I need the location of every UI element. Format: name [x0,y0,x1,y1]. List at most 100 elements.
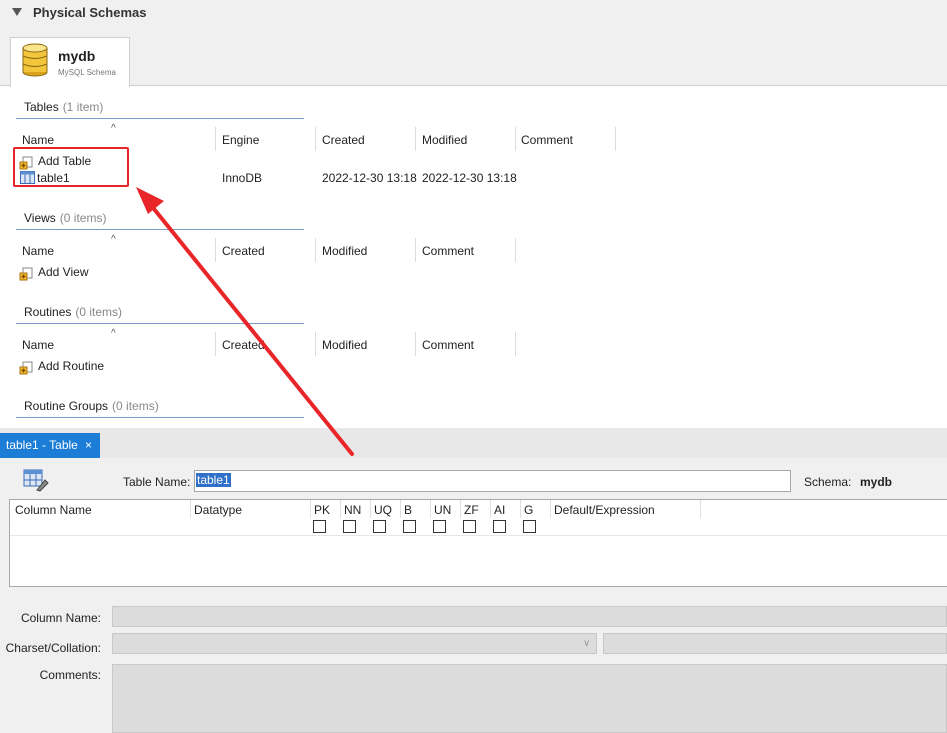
column-divider[interactable] [190,500,191,518]
column-divider[interactable] [615,127,616,151]
tables-col-modified[interactable]: Modified [422,133,467,147]
tables-col-name[interactable]: Name [22,133,54,147]
column-divider[interactable] [515,332,516,356]
column-divider[interactable] [415,332,416,356]
database-icon [22,43,48,77]
schema-name: mydb [58,48,96,64]
grid-col-uq[interactable]: UQ [374,503,392,517]
add-view-link[interactable]: Add View [38,265,88,279]
column-divider[interactable] [460,500,461,518]
columns-grid[interactable]: Column Name Datatype PK NN UQ B UN ZF AI… [9,499,947,587]
chevron-down-icon: ∨ [583,638,591,649]
tab-table1-table[interactable]: table1 - Table × [0,433,100,458]
collation-select[interactable] [603,633,947,654]
schema-tab-mydb[interactable]: mydb MySQL Schema [10,37,130,87]
pk-checkbox[interactable] [313,520,326,533]
column-divider[interactable] [550,500,551,518]
routines-col-created[interactable]: Created [222,338,265,352]
zf-checkbox[interactable] [463,520,476,533]
highlight-annotation-box [13,147,129,187]
grid-col-nn[interactable]: NN [344,503,361,517]
table-row-engine: InnoDB [222,171,263,185]
table-row-created: 2022-12-30 13:18 [322,171,417,185]
views-col-modified[interactable]: Modified [322,244,367,258]
document-tabbar: table1 - Table × [0,428,947,458]
views-col-created[interactable]: Created [222,244,265,258]
table-name-label: Table Name: [123,475,191,489]
routine-groups-section-rule [16,417,304,418]
sort-ascending-icon[interactable]: ^ [111,234,116,245]
tables-col-comment[interactable]: Comment [521,133,573,147]
column-divider[interactable] [400,500,401,518]
column-divider[interactable] [215,127,216,151]
close-icon[interactable]: × [85,438,92,452]
routine-groups-title-text: Routine Groups [24,399,109,413]
column-divider[interactable] [415,127,416,151]
ai-checkbox[interactable] [493,520,506,533]
add-view-icon [19,267,33,281]
routines-section-title: Routines (0 items) [24,305,122,319]
tables-section-rule [16,118,304,119]
table-row-modified: 2022-12-30 13:18 [422,171,517,185]
column-divider[interactable] [315,238,316,262]
grid-col-column-name[interactable]: Column Name [15,503,92,517]
column-divider[interactable] [315,332,316,356]
table-name-value: table1 [196,473,231,487]
add-routine-link[interactable]: Add Routine [38,359,104,373]
collapse-triangle-icon[interactable] [12,8,22,16]
b-checkbox[interactable] [403,520,416,533]
nn-checkbox[interactable] [343,520,356,533]
sort-ascending-icon[interactable]: ^ [111,328,116,339]
grid-col-pk[interactable]: PK [314,503,330,517]
tables-col-engine[interactable]: Engine [222,133,259,147]
views-col-name[interactable]: Name [22,244,54,258]
routine-groups-count: (0 items) [112,399,159,413]
physical-schemas-header[interactable]: Physical Schemas [0,0,947,27]
column-divider[interactable] [215,238,216,262]
grid-col-ai[interactable]: AI [494,503,505,517]
column-name-field[interactable] [112,606,947,627]
routines-col-comment[interactable]: Comment [422,338,474,352]
column-divider[interactable] [215,332,216,356]
grid-col-un[interactable]: UN [434,503,451,517]
charset-select[interactable]: ∨ [112,633,597,654]
schema-tabstrip: mydb MySQL Schema [0,27,947,87]
views-section-rule [16,229,304,230]
column-divider[interactable] [515,127,516,151]
column-divider[interactable] [340,500,341,518]
schema-label: Schema: [804,475,852,489]
column-divider[interactable] [490,500,491,518]
physical-schemas-title: Physical Schemas [33,5,147,20]
column-divider[interactable] [515,238,516,262]
uq-checkbox[interactable] [373,520,386,533]
column-divider[interactable] [700,500,701,518]
routines-col-name[interactable]: Name [22,338,54,352]
tables-count: (1 item) [62,100,104,114]
grid-col-zf[interactable]: ZF [464,503,479,517]
tables-title-text: Tables [24,100,59,114]
routines-col-modified[interactable]: Modified [322,338,367,352]
column-name-label: Column Name: [20,611,101,625]
routine-groups-section-title: Routine Groups (0 items) [24,399,159,413]
column-divider[interactable] [315,127,316,151]
column-divider[interactable] [430,500,431,518]
column-divider[interactable] [520,500,521,518]
g-checkbox[interactable] [523,520,536,533]
table-name-input[interactable]: table1 [194,470,791,492]
table-edit-icon [23,469,49,492]
views-col-comment[interactable]: Comment [422,244,474,258]
tables-col-created[interactable]: Created [322,133,365,147]
grid-col-datatype[interactable]: Datatype [194,503,242,517]
sort-ascending-icon[interactable]: ^ [111,123,116,134]
comments-textarea[interactable] [112,664,947,733]
routines-count: (0 items) [75,305,123,319]
un-checkbox[interactable] [433,520,446,533]
grid-header-line [10,535,947,536]
column-divider[interactable] [310,500,311,518]
column-divider[interactable] [370,500,371,518]
grid-col-g[interactable]: G [524,503,533,517]
grid-col-default-expression[interactable]: Default/Expression [554,503,655,517]
routines-section-rule [16,323,304,324]
column-divider[interactable] [415,238,416,262]
grid-col-b[interactable]: B [404,503,412,517]
